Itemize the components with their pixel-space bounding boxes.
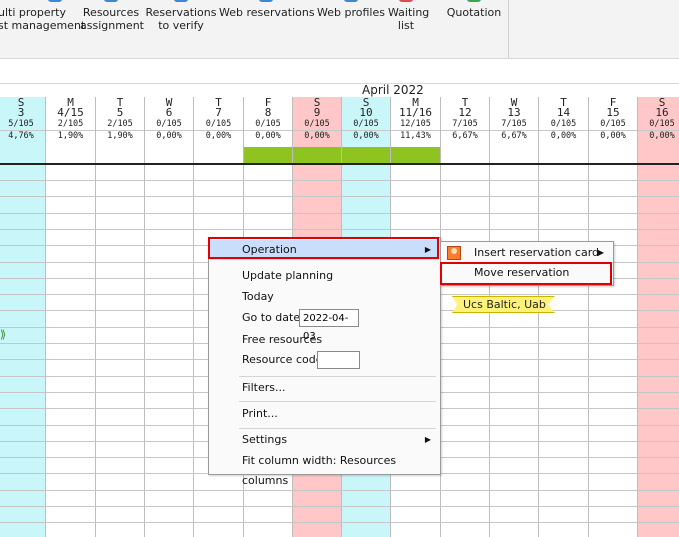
menu-item-fit-column-width[interactable]: Fit column width: Resources columns [210,451,439,487]
reservation-start-marker-icon[interactable]: ⟫ [0,329,10,341]
operation-submenu: Insert reservation card ▶ Move reservati… [440,241,614,286]
menu-item-label: Update planning [242,269,334,282]
web-reservations-icon [259,0,273,2]
resources-assignment-icon [104,0,118,2]
planning-toolbar-strip [0,59,679,84]
submenu-arrow-icon: ▶ [424,435,431,444]
resources-assignment-label: Resources assignment [80,6,144,32]
reservation-bar[interactable]: Ucs Baltic, Uab [452,296,555,313]
waiting-list-icon [399,0,413,2]
ribbon-separator [508,0,509,58]
web-reservations-label: Web reservations [219,6,315,19]
menu-item-operation-label: Operation [242,243,297,256]
quotation-icon [467,0,481,2]
web-reservations-button[interactable]: Web reservations [219,0,315,54]
submenu-arrow-icon: ▶ [424,245,431,254]
row-divider [0,213,679,214]
menu-item-print[interactable]: Print... [210,404,439,424]
reservation-card-icon [447,246,461,260]
reservation-label: Ucs Baltic, Uab [463,298,546,311]
menu-item-move-reservation[interactable]: Move reservation [442,263,612,283]
web-profiles-label: Web profiles [317,6,385,19]
menu-item-label: Filters... [242,381,286,394]
menu-item-label: Insert reservation card [474,246,600,259]
reservations-to-verify-icon [174,0,188,2]
menu-item-today[interactable]: Today [210,287,439,307]
menu-item-update-planning[interactable]: Update planning [210,266,439,286]
reservations-to-verify-button[interactable]: Reservations to verify [145,0,217,54]
waiting-list-button[interactable]: Waiting list [388,0,430,54]
menu-item-free-resources[interactable]: Free resources [210,330,439,350]
row-divider [0,506,679,507]
menu-item-filters[interactable]: Filters... [210,378,439,398]
resource-code-input[interactable] [317,351,360,369]
row-divider [0,180,679,181]
menu-separator [239,428,436,429]
waiting-list-label: Waiting list [388,6,430,32]
menu-item-label: Resource code [242,353,323,366]
row-divider [0,490,679,491]
web-profiles-button[interactable]: Web profiles [315,0,387,54]
menu-item-operation[interactable]: Operation ▶ [210,240,439,260]
multi-property-management-button[interactable]: ulti property st management [0,0,86,54]
row-divider [0,522,679,523]
menu-item-label: Settings [242,433,288,446]
header-divider [0,163,679,165]
resources-assignment-button[interactable]: Resources assignment [80,0,144,54]
menu-item-label: Go to date [242,311,301,324]
toolbar-ribbon: ulti property st management Resources as… [0,0,679,59]
menu-item-settings[interactable]: Settings ▶ [210,430,439,450]
go-to-date-input[interactable]: 2022-04-03 [299,309,359,342]
menu-item-insert-reservation-card[interactable]: Insert reservation card ▶ [442,243,612,263]
menu-item-label: Print... [242,407,278,420]
menu-separator [239,401,436,402]
quotation-label: Quotation [446,6,502,19]
quotation-button[interactable]: Quotation [444,0,504,54]
row-divider [0,229,679,230]
web-profiles-icon [344,0,358,2]
context-menu: Operation ▶ Update planning Today Go to … [208,237,441,487]
multi-property-label: ulti property st management [0,6,86,32]
menu-separator [239,376,436,377]
row-divider [0,196,679,197]
reservations-to-verify-label: Reservations to verify [145,6,217,32]
multi-property-icon [47,0,62,2]
submenu-arrow-icon: ▶ [597,248,604,257]
menu-item-label: Today [242,290,274,303]
menu-item-label: Move reservation [474,266,570,279]
menu-item-label: Free resources [242,333,323,346]
